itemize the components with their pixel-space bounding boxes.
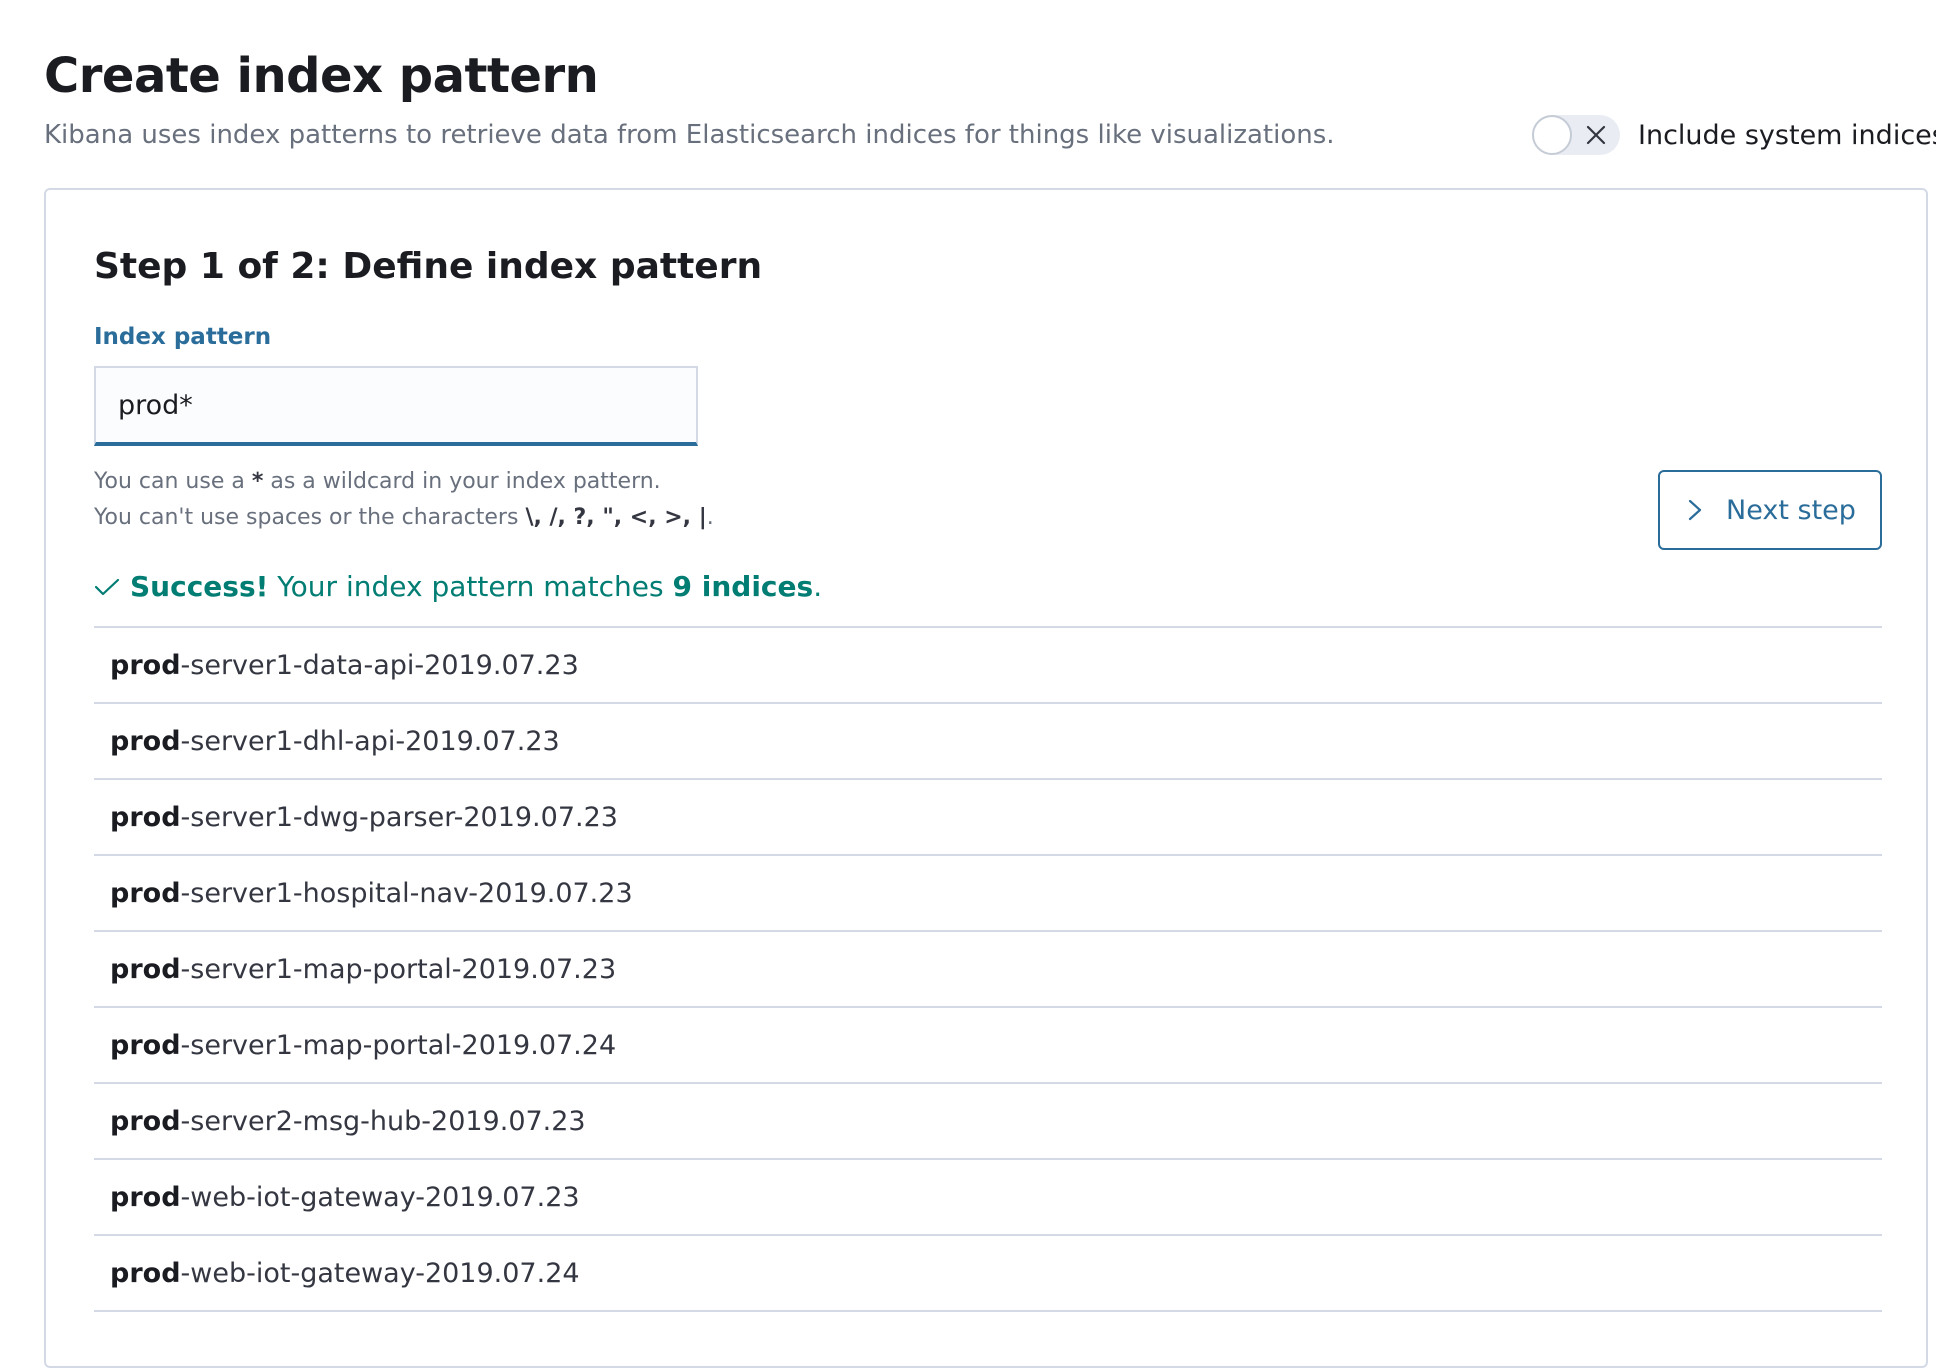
index-name-rest: -web-iot-gateway-2019.07.24 [180, 1257, 580, 1289]
index-name-rest: -server1-hospital-nav-2019.07.23 [180, 877, 633, 909]
close-icon [1586, 125, 1606, 145]
index-match-prefix: prod [110, 649, 181, 681]
list-item: prod -server1-map-portal-2019.07.24 [94, 1008, 1882, 1084]
list-item: prod -server1-map-portal-2019.07.23 [94, 932, 1882, 1008]
define-index-pattern-panel: Step 1 of 2: Define index pattern Index … [44, 188, 1928, 1368]
toggle-label: Include system indices [1638, 119, 1936, 151]
index-pattern-input[interactable] [96, 368, 696, 442]
index-name-rest: -server1-map-portal-2019.07.24 [180, 1029, 617, 1061]
help-text-characters: \, /, ?, ", <, >, | [525, 505, 707, 530]
check-icon [94, 578, 120, 595]
matching-indices-list: prod -server1-data-api-2019.07.23 prod -se… [94, 626, 1882, 1312]
step-title: Step 1 of 2: Define index pattern [94, 246, 763, 287]
help-text-part: You can use a [94, 469, 252, 494]
chevron-right-icon [1688, 499, 1702, 521]
help-text-wildcard: * [251, 469, 264, 494]
index-name-rest: -server1-dwg-parser-2019.07.23 [180, 801, 618, 833]
index-pattern-help: You can use a * as a wildcard in your in… [94, 464, 714, 536]
index-match-prefix: prod [110, 1029, 181, 1061]
index-name-rest: -server1-dhl-api-2019.07.23 [180, 725, 560, 757]
success-message: Success! Your index pattern matches 9 in… [94, 570, 822, 603]
include-system-indices-toggle[interactable]: Include system indices [1532, 115, 1936, 155]
list-item: prod -server1-dhl-api-2019.07.23 [94, 704, 1882, 780]
list-item: prod -server1-dwg-parser-2019.07.23 [94, 780, 1882, 856]
success-text: Your index pattern matches [268, 570, 673, 603]
list-item: prod -server1-hospital-nav-2019.07.23 [94, 856, 1882, 932]
list-item: prod -web-iot-gateway-2019.07.23 [94, 1160, 1882, 1236]
index-name-rest: -server1-data-api-2019.07.23 [180, 649, 579, 681]
page-subtitle: Kibana uses index patterns to retrieve d… [44, 120, 1335, 150]
index-name-rest: -web-iot-gateway-2019.07.23 [180, 1181, 580, 1213]
index-pattern-label: Index pattern [94, 324, 272, 350]
toggle-thumb [1532, 115, 1572, 155]
help-line-characters: You can't use spaces or the characters \… [94, 500, 714, 536]
index-match-prefix: prod [110, 725, 181, 757]
index-name-rest: -server2-msg-hub-2019.07.23 [180, 1105, 586, 1137]
page-title: Create index pattern [44, 48, 599, 104]
index-name-rest: -server1-map-portal-2019.07.23 [180, 953, 617, 985]
success-strong: Success! [130, 570, 269, 603]
index-match-prefix: prod [110, 1181, 181, 1213]
success-text-end: . [813, 570, 823, 603]
list-item: prod -server2-msg-hub-2019.07.23 [94, 1084, 1882, 1160]
next-step-label: Next step [1726, 494, 1856, 526]
help-text-part: . [706, 505, 714, 530]
help-line-wildcard: You can use a * as a wildcard in your in… [94, 464, 714, 500]
help-text-part: You can't use spaces or the characters [94, 505, 526, 530]
index-match-prefix: prod [110, 953, 181, 985]
index-pattern-field [94, 366, 698, 446]
index-match-prefix: prod [110, 801, 181, 833]
index-match-prefix: prod [110, 877, 181, 909]
help-text-part: as a wildcard in your index pattern. [263, 469, 661, 494]
next-step-button[interactable]: Next step [1658, 470, 1882, 550]
toggle-switch[interactable] [1532, 115, 1620, 155]
success-count: 9 indices [672, 570, 814, 603]
list-item: prod -web-iot-gateway-2019.07.24 [94, 1236, 1882, 1312]
index-match-prefix: prod [110, 1105, 181, 1137]
index-match-prefix: prod [110, 1257, 181, 1289]
list-item: prod -server1-data-api-2019.07.23 [94, 628, 1882, 704]
